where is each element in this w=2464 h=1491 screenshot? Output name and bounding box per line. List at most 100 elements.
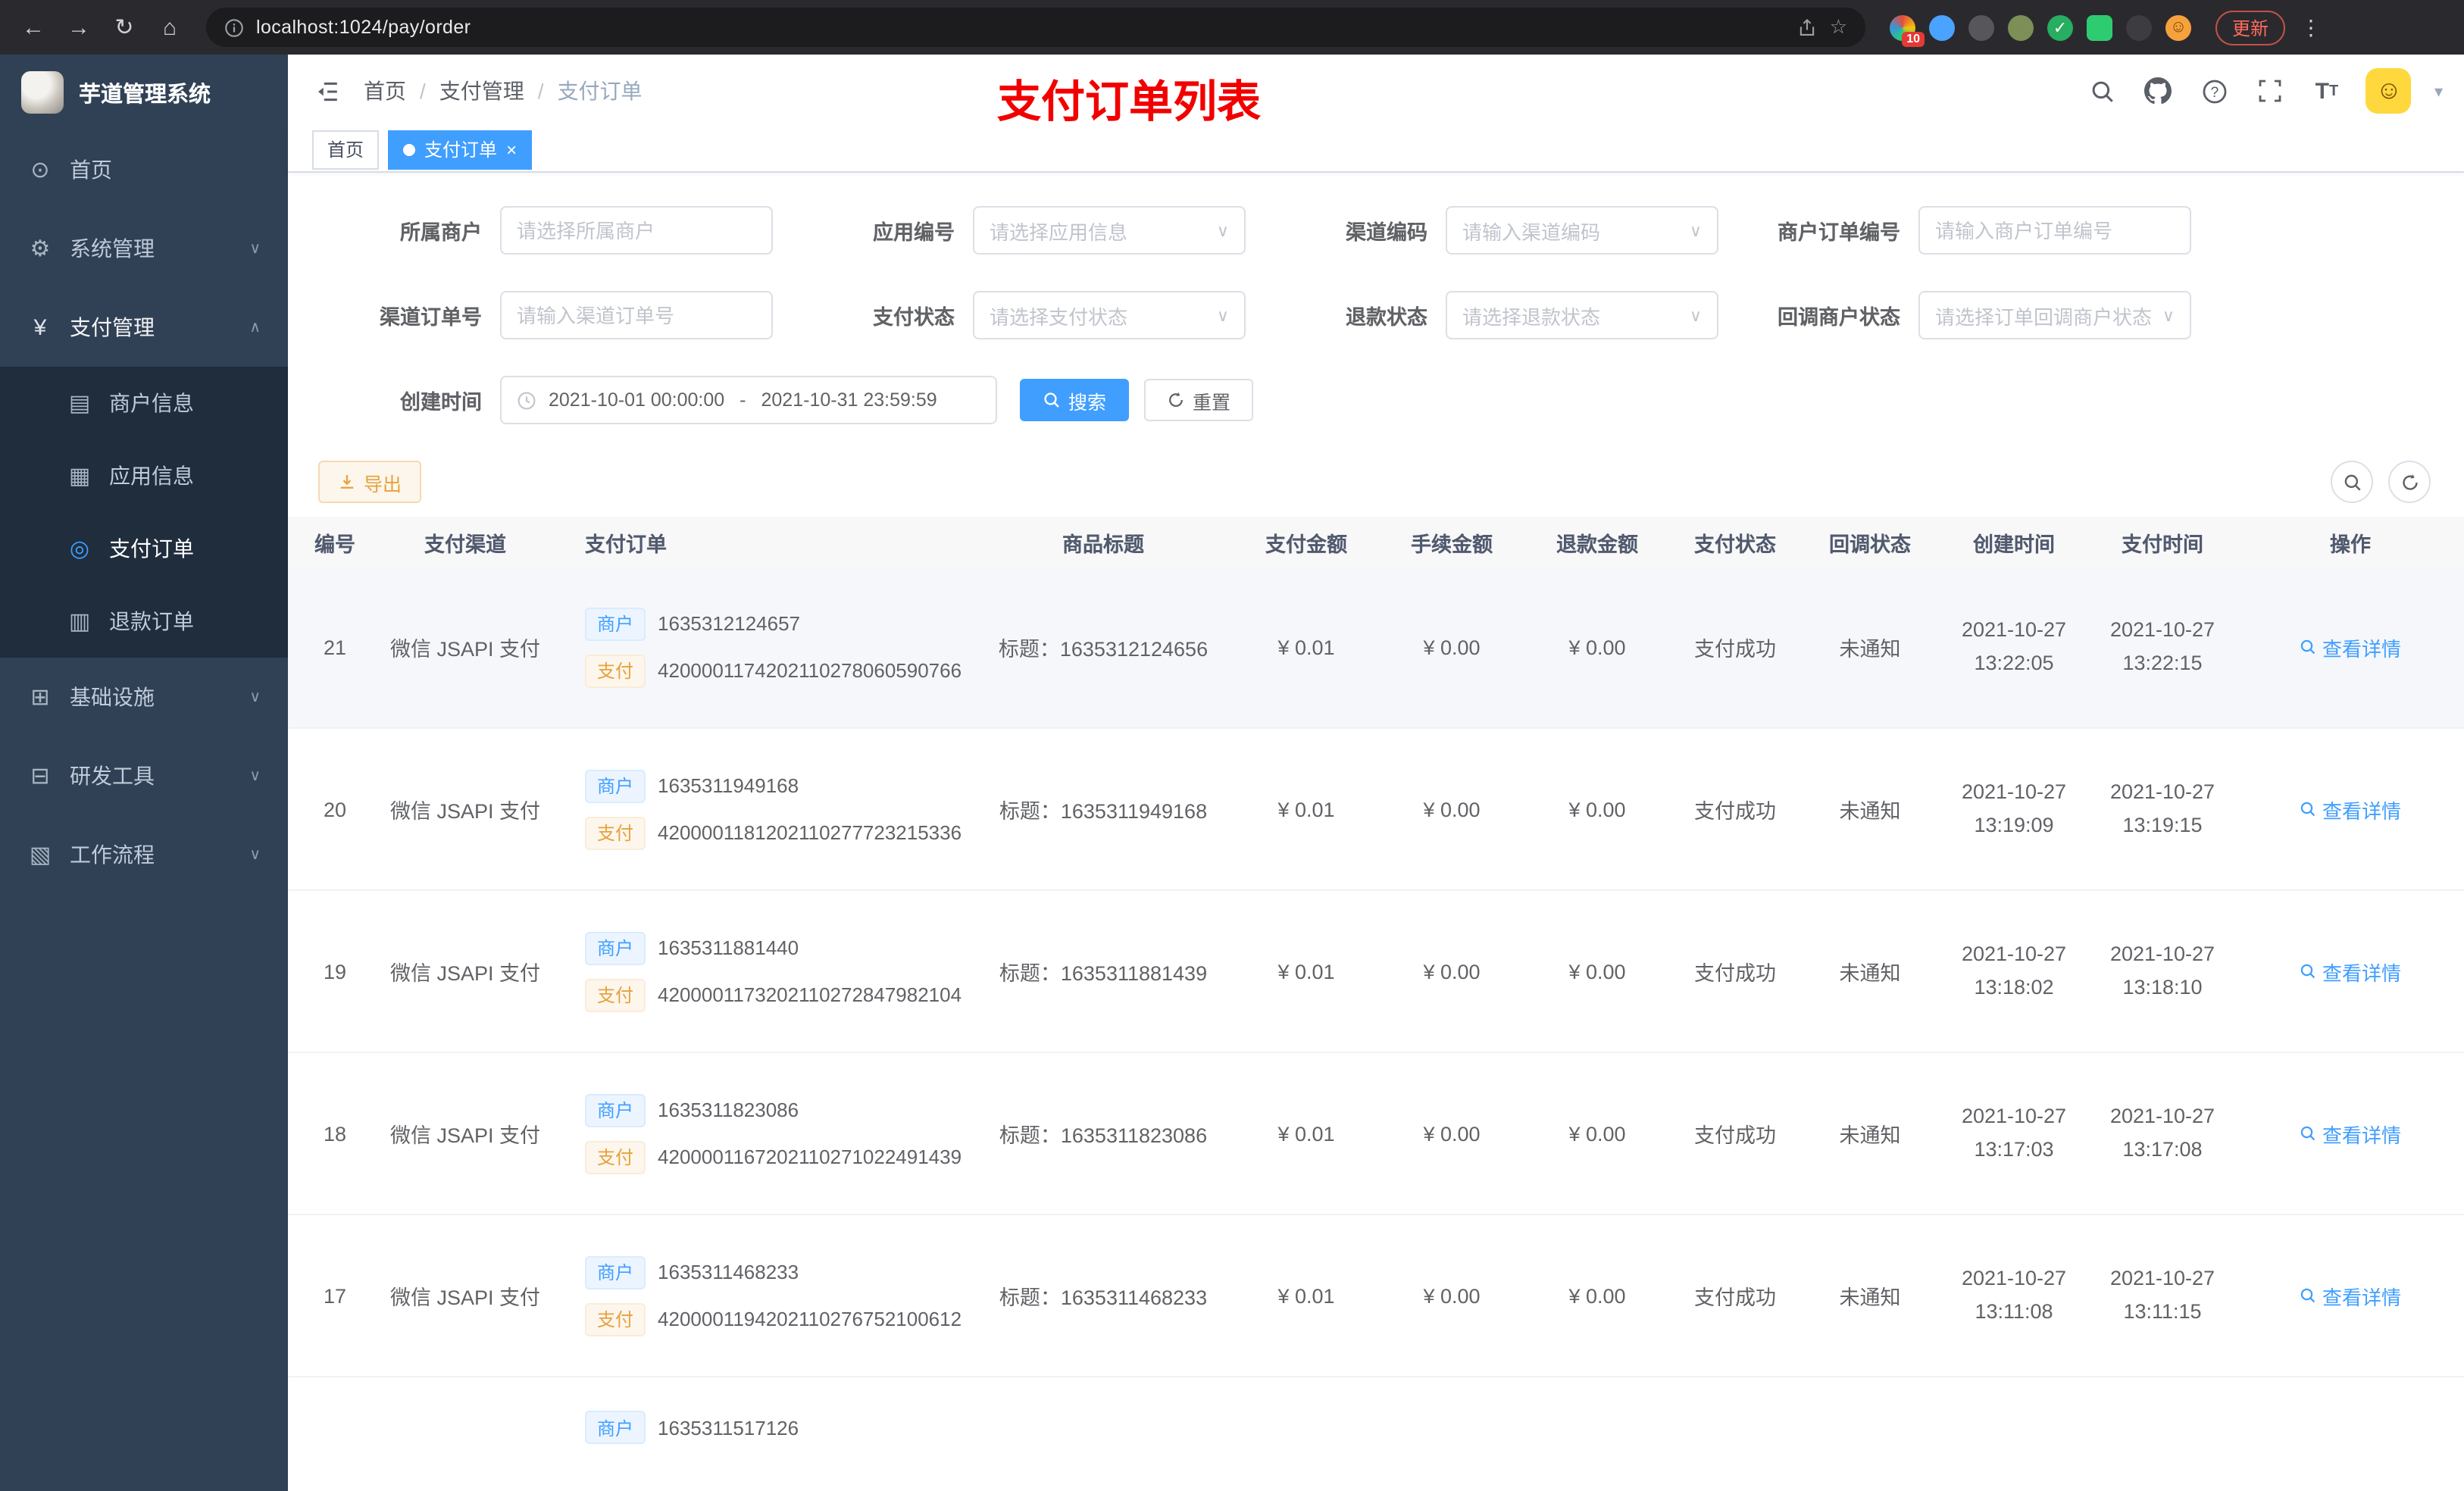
view-detail-link[interactable]: 查看详情 xyxy=(2300,1119,2401,1148)
app-id-select[interactable]: 请选择应用信息 ∨ xyxy=(973,206,1246,255)
sidebar-item-infrastructure[interactable]: ⊞ 基础设施 ∨ xyxy=(0,658,288,736)
merchant-tag: 商户 xyxy=(585,1093,646,1127)
table-row[interactable]: 18 微信 JSAPI 支付 商户 1635311823086 支付 42000… xyxy=(288,1053,2464,1215)
fullscreen-icon[interactable] xyxy=(2254,74,2287,108)
search-icon[interactable] xyxy=(2086,74,2119,108)
share-icon[interactable] xyxy=(1798,17,1818,37)
filter-pay-status: 支付状态 请选择支付状态 ∨ xyxy=(791,291,1255,339)
export-button[interactable]: 导出 xyxy=(318,461,422,503)
range-start-value: 2021-10-01 00:00:00 xyxy=(549,389,725,411)
merchant-order-no-input[interactable] xyxy=(1918,206,2191,255)
sidebar-item-workflow[interactable]: ▧ 工作流程 ∨ xyxy=(0,815,288,894)
pay-status: 支付成功 xyxy=(1694,962,1776,985)
table-row[interactable]: 17 微信 JSAPI 支付 商户 1635311468233 支付 42000… xyxy=(288,1215,2464,1377)
view-detail-link[interactable]: 查看详情 xyxy=(2300,633,2401,661)
toggle-search-button[interactable] xyxy=(2331,461,2373,503)
refresh-button[interactable] xyxy=(2388,461,2431,503)
help-icon[interactable]: ? xyxy=(2198,74,2231,108)
refund-status-select[interactable]: 请选择退款状态 ∨ xyxy=(1446,291,1718,339)
monitor-icon: ⊞ xyxy=(30,685,50,711)
extension-green-check-icon[interactable]: ✓ xyxy=(2047,14,2073,40)
table-row[interactable]: 20 微信 JSAPI 支付 商户 1635311949168 支付 42000… xyxy=(288,729,2464,891)
col-refund-amount: 退款金额 xyxy=(1556,533,1638,555)
browser-profile-avatar[interactable]: ☺ xyxy=(2165,14,2191,40)
actions-cell: 查看详情 xyxy=(2237,1281,2464,1310)
breadcrumb-current: 支付订单 xyxy=(557,79,643,103)
channel-order-no-input[interactable] xyxy=(500,291,773,339)
notify-status-select[interactable]: 请选择订单回调商户状态 ∨ xyxy=(1918,291,2191,339)
app-logo: 芋道管理系统 xyxy=(0,55,288,130)
pay-tag: 支付 xyxy=(585,1302,646,1336)
tab-pay-orders[interactable]: 支付订单 × xyxy=(388,130,533,169)
extension-chat-icon[interactable] xyxy=(2087,14,2112,40)
merchant-tag: 商户 xyxy=(585,1411,646,1444)
col-pay-amount: 支付金额 xyxy=(1265,533,1347,555)
user-avatar[interactable]: ☺ xyxy=(2366,68,2412,114)
fee-amount: ¥ 0.00 xyxy=(1423,1122,1481,1145)
bookmark-star-icon[interactable]: ☆ xyxy=(1830,15,1847,39)
create-time-range-picker[interactable]: 2021-10-01 00:00:00 - 2021-10-31 23:59:5… xyxy=(500,376,997,424)
sidebar-item-app-info[interactable]: ▦ 应用信息 xyxy=(0,439,288,512)
breadcrumb-home[interactable]: 首页 xyxy=(364,76,406,106)
font-size-icon[interactable]: TT xyxy=(2310,74,2344,108)
breadcrumb-payment[interactable]: 支付管理 xyxy=(439,76,524,106)
github-icon[interactable] xyxy=(2142,74,2175,108)
document-icon: ▥ xyxy=(68,609,91,635)
filter-channel-order-no: 渠道订单号 xyxy=(318,291,782,339)
avatar-caret-icon[interactable]: ▾ xyxy=(2434,81,2443,101)
extension-pin-icon[interactable] xyxy=(2126,14,2152,40)
sidebar-item-refund-orders[interactable]: ▥ 退款订单 xyxy=(0,585,288,658)
filter-channel-code: 渠道编码 请输入渠道编码 ∨ xyxy=(1264,206,1728,255)
sidebar-item-system[interactable]: ⚙ 系统管理 ∨ xyxy=(0,209,288,288)
view-detail-link[interactable]: 查看详情 xyxy=(2300,1281,2401,1310)
address-bar[interactable]: localhost:1024/pay/order ☆ xyxy=(206,8,1865,47)
target-icon: ◎ xyxy=(69,536,90,562)
reset-button[interactable]: 重置 xyxy=(1144,379,1254,421)
order-id: 21 xyxy=(323,636,347,658)
pay-amount: ¥ 0.01 xyxy=(1277,960,1335,983)
channel-pay-no: 4200001167202110271022491439 xyxy=(658,1146,962,1168)
close-icon[interactable]: × xyxy=(506,140,517,158)
product-title: 标题：1635311881439 xyxy=(999,962,1208,985)
tab-home[interactable]: 首页 xyxy=(312,130,380,169)
site-info-icon[interactable] xyxy=(224,17,244,37)
owner-merchant-input[interactable] xyxy=(500,206,773,255)
sidebar-item-home[interactable]: ⊙ 首页 xyxy=(0,130,288,209)
browser-home-icon[interactable]: ⌂ xyxy=(152,9,188,45)
browser-chrome: ← → ↻ ⌂ localhost:1024/pay/order ☆ 10 ✓ … xyxy=(0,0,2464,55)
pay-status-select[interactable]: 请选择支付状态 ∨ xyxy=(973,291,1246,339)
browser-reload-icon[interactable]: ↻ xyxy=(106,9,142,45)
notify-status: 未通知 xyxy=(1839,800,1901,823)
extension-dark-icon[interactable] xyxy=(1968,14,1994,40)
browser-update-button[interactable]: 更新 xyxy=(2215,10,2286,45)
pay-time-cell: 2021-10-27 13:22:15 xyxy=(2109,617,2215,674)
refund-amount: ¥ 0.00 xyxy=(1568,798,1626,821)
channel-pay-no: 4200001173202110272847982104 xyxy=(658,983,962,1006)
channel-code-select[interactable]: 请输入渠道编码 ∨ xyxy=(1446,206,1718,255)
browser-menu-icon[interactable]: ⋮ xyxy=(2294,14,2328,40)
table-header: 编号 支付渠道 支付订单 商品标题 支付金额 手续金额 退款金额 支付状态 回调… xyxy=(288,517,2464,567)
table-row-partial[interactable]: 商户 1635311517126 xyxy=(288,1377,2464,1491)
search-button[interactable]: 搜索 xyxy=(1020,379,1130,421)
filter-label: 创建时间 xyxy=(400,391,482,414)
browser-forward-icon[interactable]: → xyxy=(61,9,97,45)
browser-back-icon[interactable]: ← xyxy=(15,9,52,45)
table-row[interactable]: 21 微信 JSAPI 支付 商户 1635312124657 支付 42000… xyxy=(288,567,2464,729)
orders-table: 编号 支付渠道 支付订单 商品标题 支付金额 手续金额 退款金额 支付状态 回调… xyxy=(288,517,2464,1491)
sidebar-item-merchant-info[interactable]: ▤ 商户信息 xyxy=(0,367,288,439)
sidebar-item-payment[interactable]: ¥ 支付管理 ∧ xyxy=(0,288,288,367)
hamburger-icon[interactable] xyxy=(309,74,342,108)
view-detail-link[interactable]: 查看详情 xyxy=(2300,957,2401,986)
table-row[interactable]: 19 微信 JSAPI 支付 商户 1635311881440 支付 42000… xyxy=(288,891,2464,1053)
refund-amount: ¥ 0.00 xyxy=(1568,636,1626,658)
extension-colorful-icon[interactable]: 10 xyxy=(1890,14,1925,46)
product-title: 标题：1635311823086 xyxy=(999,1124,1208,1147)
actions-cell: 查看详情 xyxy=(2237,795,2464,824)
view-detail-link[interactable]: 查看详情 xyxy=(2300,795,2401,824)
extension-olive-icon[interactable] xyxy=(2008,14,2034,40)
extension-blue-icon[interactable] xyxy=(1929,14,1955,40)
sidebar-item-pay-orders[interactable]: ◎ 支付订单 xyxy=(0,512,288,585)
sidebar-item-dev-tools[interactable]: ⊟ 研发工具 ∨ xyxy=(0,736,288,815)
filter-label: 退款状态 xyxy=(1346,306,1427,329)
filter-refund-status: 退款状态 请选择退款状态 ∨ xyxy=(1264,291,1728,339)
